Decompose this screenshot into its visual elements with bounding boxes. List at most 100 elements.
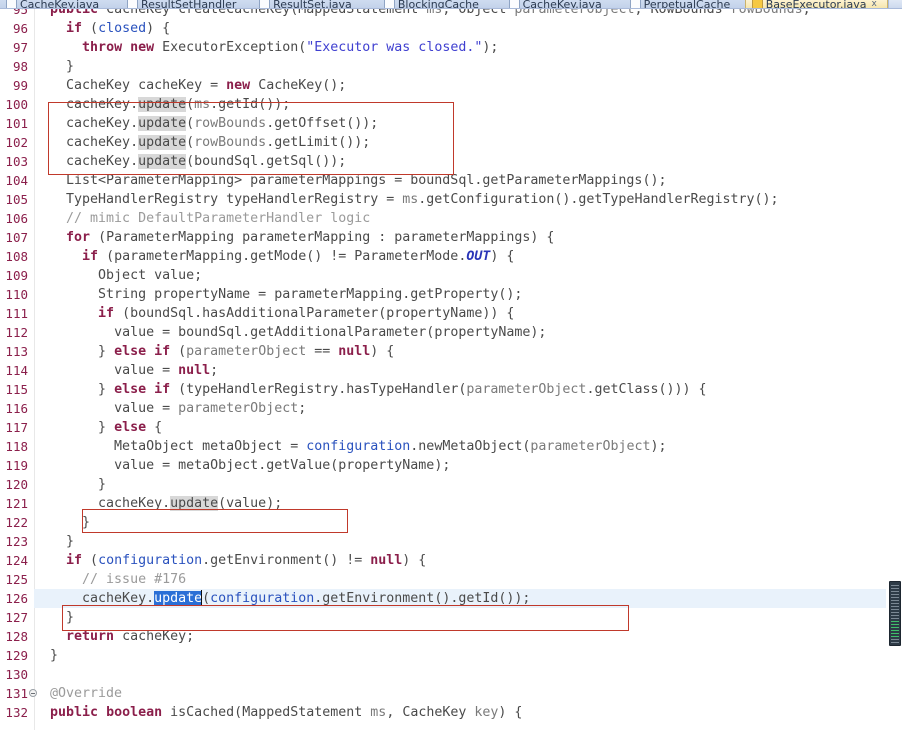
code-line[interactable]: cacheKey.update(rowBounds.getOffset()); bbox=[34, 114, 902, 133]
code-line[interactable]: CacheKey cacheKey = new CacheKey(); bbox=[34, 76, 902, 95]
line-number[interactable]: 125 bbox=[0, 570, 28, 589]
line-number[interactable]: 108 bbox=[0, 247, 28, 266]
code-line[interactable]: value = boundSql.getAdditionalParameter(… bbox=[34, 323, 902, 342]
code-line[interactable] bbox=[34, 665, 902, 684]
editor-tab-6[interactable]: PerpetualCache bbox=[624, 0, 745, 8]
code-line[interactable]: } bbox=[34, 513, 902, 532]
tab-overflow-button[interactable] bbox=[888, 0, 902, 8]
occurrence-highlight-token: update bbox=[138, 135, 187, 150]
code-surface[interactable]: public CacheKey createCacheKey(MappedSta… bbox=[34, 9, 902, 730]
close-icon[interactable]: x bbox=[871, 0, 876, 8]
line-number[interactable]: 110 bbox=[0, 285, 28, 304]
line-number[interactable]: 95 bbox=[0, 9, 28, 19]
code-line[interactable]: MetaObject metaObject = configuration.ne… bbox=[34, 437, 902, 456]
line-number[interactable]: 100 bbox=[0, 95, 28, 114]
code-line[interactable]: value = parameterObject; bbox=[34, 399, 902, 418]
code-line[interactable]: if (parameterMapping.getMode() != Parame… bbox=[34, 247, 902, 266]
line-number[interactable]: 118 bbox=[0, 437, 28, 456]
line-number[interactable]: 102 bbox=[0, 133, 28, 152]
line-number[interactable]: 103 bbox=[0, 152, 28, 171]
code-line[interactable]: if (boundSql.hasAdditionalParameter(prop… bbox=[34, 304, 902, 323]
occurrence-highlight-token: update bbox=[138, 116, 187, 131]
line-number[interactable]: 98 bbox=[0, 57, 28, 76]
line-number[interactable]: 131 bbox=[0, 684, 37, 703]
line-number[interactable]: 126 bbox=[0, 589, 28, 608]
code-line[interactable]: cacheKey.update(rowBounds.getLimit()); bbox=[34, 133, 902, 152]
code-editor[interactable]: 95 96 97 98 99 100 101 102 103 104 105 106 107 108 109… bbox=[0, 9, 902, 730]
vertical-scrollbar[interactable] bbox=[886, 9, 902, 730]
editor-tab-bar[interactable]: CacheKey.java ResultSetHandler ResultSet.j… bbox=[0, 0, 902, 9]
editor-tab-4[interactable]: BlockingCache bbox=[378, 0, 503, 8]
line-number[interactable]: 115 bbox=[0, 380, 28, 399]
code-line[interactable]: throw new ExecutorException("Executor wa… bbox=[34, 38, 902, 57]
code-line[interactable]: } else { bbox=[34, 418, 902, 437]
line-number[interactable]: 122 bbox=[0, 513, 28, 532]
code-line[interactable]: return cacheKey; bbox=[34, 627, 902, 646]
line-number[interactable]: 123 bbox=[0, 532, 28, 551]
line-number[interactable]: 119 bbox=[0, 456, 28, 475]
code-line[interactable]: } else if (parameterObject == null) { bbox=[34, 342, 902, 361]
line-number[interactable]: 113 bbox=[0, 342, 28, 361]
code-line[interactable]: @Override bbox=[34, 684, 902, 703]
line-number[interactable]: 109 bbox=[0, 266, 28, 285]
code-line[interactable]: TypeHandlerRegistry typeHandlerRegistry … bbox=[34, 190, 902, 209]
code-line[interactable]: cacheKey.update(boundSql.getSql()); bbox=[34, 152, 902, 171]
scrollbar-thumb[interactable] bbox=[889, 581, 901, 646]
editor-tab-3[interactable]: ResultSet.java bbox=[253, 0, 378, 8]
line-number[interactable]: 107 bbox=[0, 228, 28, 247]
code-line[interactable]: public boolean isCached(MappedStatement … bbox=[34, 703, 902, 722]
code-line[interactable]: } bbox=[34, 57, 902, 76]
line-number[interactable]: 112 bbox=[0, 323, 28, 342]
code-line[interactable]: } bbox=[34, 475, 902, 494]
code-token: .getParameterMappings(); bbox=[474, 173, 667, 188]
code-line[interactable]: } else if (typeHandlerRegistry.hasTypeHa… bbox=[34, 380, 902, 399]
line-number[interactable]: 120 bbox=[0, 475, 28, 494]
line-number[interactable]: 117 bbox=[0, 418, 28, 437]
editor-tab-5[interactable]: CacheKey.java bbox=[503, 0, 624, 8]
code-token: ) { bbox=[146, 21, 171, 36]
editor-tab-7[interactable]: BaseExecutor.java x bbox=[744, 0, 889, 8]
editor-tab-2[interactable]: ResultSetHandler bbox=[121, 0, 253, 8]
code-line[interactable]: // issue #176 bbox=[34, 570, 902, 589]
line-number[interactable]: 129 bbox=[0, 646, 28, 665]
code-line[interactable]: if (closed) { bbox=[34, 19, 902, 38]
code-line[interactable]: for (ParameterMapping parameterMapping :… bbox=[34, 228, 902, 247]
line-number[interactable]: 104 bbox=[0, 171, 28, 190]
line-number[interactable]: 106 bbox=[0, 209, 28, 228]
line-number-gutter[interactable]: 95 96 97 98 99 100 101 102 103 104 105 106 107 108 109… bbox=[0, 9, 37, 730]
code-line[interactable]: value = null; bbox=[34, 361, 902, 380]
line-number[interactable]: 121 bbox=[0, 494, 28, 513]
line-number[interactable]: 99 bbox=[0, 76, 28, 95]
line-number[interactable]: 96 bbox=[0, 19, 28, 38]
code-line[interactable]: Object value; bbox=[34, 266, 902, 285]
line-number[interactable]: 97 bbox=[0, 38, 28, 57]
code-line[interactable]: } bbox=[34, 646, 902, 665]
code-line[interactable]: public CacheKey createCacheKey(MappedSta… bbox=[34, 9, 902, 19]
line-number[interactable]: 128 bbox=[0, 627, 28, 646]
line-number[interactable]: 105 bbox=[0, 190, 28, 209]
line-number[interactable]: 101 bbox=[0, 114, 28, 133]
line-number[interactable]: 130 bbox=[0, 665, 28, 684]
line-number[interactable]: 114 bbox=[0, 361, 28, 380]
line-number[interactable]: 111 bbox=[0, 304, 28, 323]
code-line[interactable]: cacheKey.update(ms.getId()); bbox=[34, 95, 902, 114]
code-line[interactable]: cacheKey.update(value); bbox=[34, 494, 902, 513]
code-token: parameterMappings bbox=[250, 173, 387, 188]
code-token: ) { bbox=[530, 230, 555, 245]
line-number[interactable]: 124 bbox=[0, 551, 28, 570]
line-number[interactable]: 132 bbox=[0, 703, 28, 722]
code-line[interactable]: cacheKey.update(configuration.getEnviron… bbox=[34, 589, 902, 608]
line-number[interactable]: 127 bbox=[0, 608, 28, 627]
code-line[interactable]: String propertyName = parameterMapping.g… bbox=[34, 285, 902, 304]
code-line[interactable]: List<ParameterMapping> parameterMappings… bbox=[34, 171, 902, 190]
code-line[interactable]: value = metaObject.getValue(propertyName… bbox=[34, 456, 902, 475]
line-number[interactable]: 116 bbox=[0, 399, 28, 418]
code-line[interactable]: if (configuration.getEnvironment() != nu… bbox=[34, 551, 902, 570]
code-token: closed bbox=[98, 21, 147, 36]
code-line[interactable]: } bbox=[34, 532, 902, 551]
code-line[interactable]: // mimic DefaultParameterHandler logic bbox=[34, 209, 902, 228]
code-line[interactable]: } bbox=[34, 608, 902, 627]
editor-tab-1[interactable]: CacheKey.java bbox=[0, 0, 121, 8]
